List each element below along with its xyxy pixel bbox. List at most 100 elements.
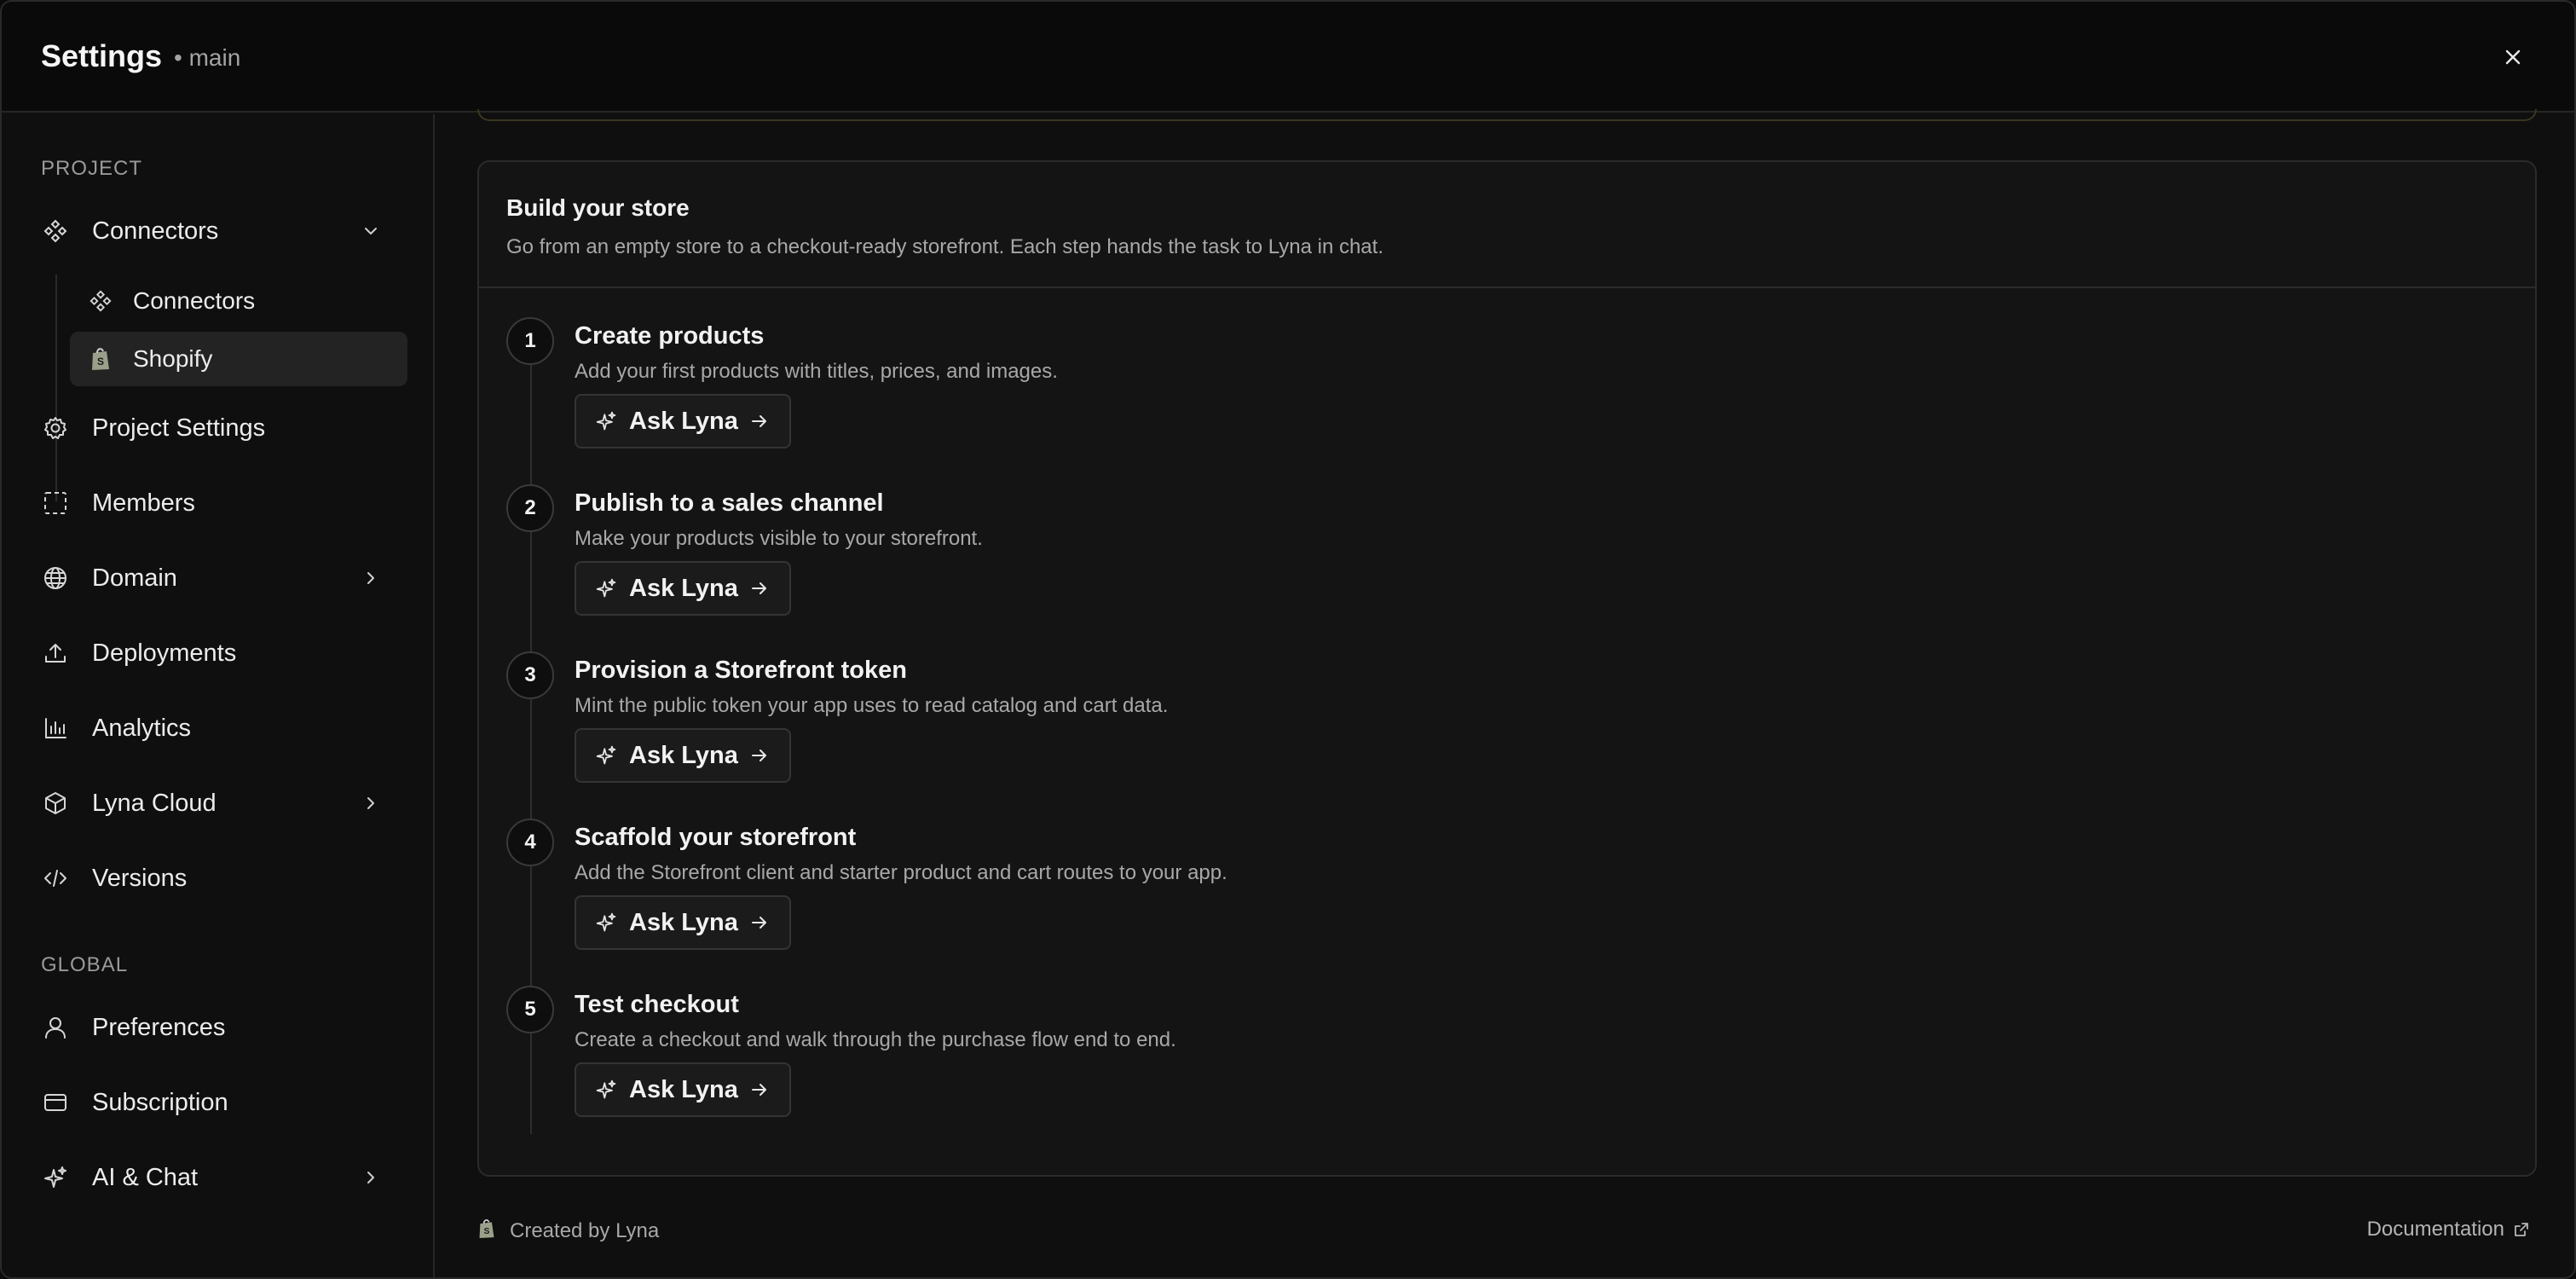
upload-icon [41, 639, 70, 668]
sidebar: PROJECT Connectors Connectors S Shopify [2, 114, 435, 1277]
gear-icon [41, 414, 70, 443]
step-item: 2 Publish to a sales channel Make your p… [506, 484, 2467, 629]
settings-window: Settings • main PROJECT Connectors Conne… [0, 0, 2576, 1279]
sparkle-icon [595, 577, 617, 599]
sidebar-item-domain[interactable]: Domain [41, 551, 399, 605]
sidebar-item-project-settings[interactable]: Project Settings [41, 401, 399, 455]
sidebar-item-label: Deployments [92, 639, 237, 667]
sidebar-item-label: Versions [92, 864, 188, 892]
step-title: Scaffold your storefront [575, 824, 857, 851]
credit-card-icon [41, 1088, 70, 1117]
sidebar-subitem-connectors[interactable]: Connectors [70, 274, 407, 328]
sidebar-item-versions[interactable]: Versions [41, 851, 399, 906]
step-number-badge: 5 [506, 986, 554, 1033]
sparkle-icon [595, 1079, 617, 1101]
globe-icon [41, 564, 70, 593]
connectors-icon [87, 287, 114, 315]
step-number-badge: 1 [506, 317, 554, 365]
ask-lyna-button[interactable]: Ask Lyna [575, 1062, 791, 1117]
sidebar-subitem-label: Shopify [133, 345, 213, 372]
ask-lyna-button[interactable]: Ask Lyna [575, 561, 791, 616]
sidebar-item-deployments[interactable]: Deployments [41, 626, 399, 680]
arrow-right-icon [750, 1079, 771, 1100]
button-label: Ask Lyna [629, 741, 738, 769]
step-number-badge: 3 [506, 651, 554, 699]
connectors-icon [41, 217, 70, 246]
ask-lyna-button[interactable]: Ask Lyna [575, 728, 791, 783]
sidebar-item-label: Subscription [92, 1088, 228, 1116]
step-item: 1 Create products Add your first product… [506, 317, 2467, 462]
chevron-right-icon [358, 565, 384, 591]
sidebar-item-label: Lyna Cloud [92, 789, 217, 817]
sparkle-icon [41, 1163, 70, 1192]
documentation-label: Documentation [2366, 1218, 2504, 1241]
sparkle-icon [595, 410, 617, 432]
step-title: Test checkout [575, 991, 739, 1018]
members-icon [41, 489, 70, 518]
card-title: Build your store [506, 194, 690, 221]
step-item: 3 Provision a Storefront token Mint the … [506, 651, 2467, 796]
card-header: Build your store Go from an empty store … [479, 162, 2535, 288]
step-description: Make your products visible to your store… [575, 527, 983, 550]
sparkle-icon [595, 912, 617, 934]
sidebar-item-label: Members [92, 489, 195, 517]
step-description: Mint the public token your app uses to r… [575, 694, 1169, 717]
sidebar-item-lyna-cloud[interactable]: Lyna Cloud [41, 776, 399, 830]
shopify-icon: S [87, 345, 114, 373]
documentation-link[interactable]: Documentation [2367, 1218, 2532, 1241]
card-description: Go from an empty store to a checkout-rea… [506, 235, 1383, 258]
sidebar-item-label: Domain [92, 564, 177, 592]
arrow-right-icon [750, 912, 771, 933]
step-title: Provision a Storefront token [575, 657, 907, 684]
code-icon [41, 864, 70, 893]
button-label: Ask Lyna [629, 574, 738, 602]
sidebar-item-connectors-group[interactable]: Connectors [41, 204, 399, 258]
sidebar-item-analytics[interactable]: Analytics [41, 701, 399, 755]
chevron-down-icon [358, 218, 384, 244]
sidebar-subitem-shopify[interactable]: S Shopify [70, 332, 407, 386]
step-description: Add your first products with titles, pri… [575, 360, 1058, 383]
bar-chart-icon [41, 714, 70, 743]
button-label: Ask Lyna [629, 407, 738, 435]
build-store-card: Build your store Go from an empty store … [477, 160, 2537, 1177]
ask-lyna-button[interactable]: Ask Lyna [575, 895, 791, 950]
project-section-label: PROJECT [41, 157, 143, 180]
button-label: Ask Lyna [629, 908, 738, 936]
svg-text:S: S [97, 356, 104, 367]
sidebar-item-preferences[interactable]: Preferences [41, 1000, 399, 1055]
created-by-label: Created by Lyna [510, 1218, 660, 1242]
arrow-right-icon [750, 578, 771, 599]
page-title: Settings [41, 38, 163, 73]
svg-text:S: S [484, 1227, 490, 1236]
submenu-guide-line [55, 275, 57, 501]
branch-label: • main [174, 44, 241, 71]
sidebar-item-subscription[interactable]: Subscription [41, 1075, 399, 1130]
step-description: Create a checkout and walk through the p… [575, 1028, 1176, 1051]
sidebar-item-label: Connectors [92, 217, 219, 245]
arrow-right-icon [750, 411, 771, 431]
ask-lyna-button[interactable]: Ask Lyna [575, 394, 791, 449]
arrow-right-icon [750, 745, 771, 766]
step-item: 4 Scaffold your storefront Add the Store… [506, 819, 2467, 964]
step-title: Publish to a sales channel [575, 489, 884, 517]
global-section-label: GLOBAL [41, 953, 129, 976]
sidebar-item-ai-chat[interactable]: AI & Chat [41, 1150, 399, 1205]
button-label: Ask Lyna [629, 1075, 738, 1103]
sidebar-item-label: AI & Chat [92, 1163, 199, 1191]
user-icon [41, 1013, 70, 1042]
previous-card-bottom-edge [477, 109, 2537, 121]
sidebar-item-label: Project Settings [92, 414, 266, 442]
step-description: Add the Storefront client and starter pr… [575, 861, 1227, 884]
close-icon [2505, 49, 2521, 65]
cube-icon [41, 789, 70, 818]
sidebar-item-label: Preferences [92, 1013, 226, 1041]
sparkle-icon [595, 744, 617, 767]
step-item: 5 Test checkout Create a checkout and wa… [506, 986, 2467, 1131]
chevron-right-icon [358, 1165, 384, 1190]
close-button[interactable] [2496, 40, 2530, 74]
settings-header: Settings • main [2, 2, 2574, 113]
sidebar-item-members[interactable]: Members [41, 476, 399, 530]
step-number-badge: 4 [506, 819, 554, 866]
footer-credit: S Created by Lyna [477, 1218, 659, 1244]
step-title: Create products [575, 322, 765, 350]
